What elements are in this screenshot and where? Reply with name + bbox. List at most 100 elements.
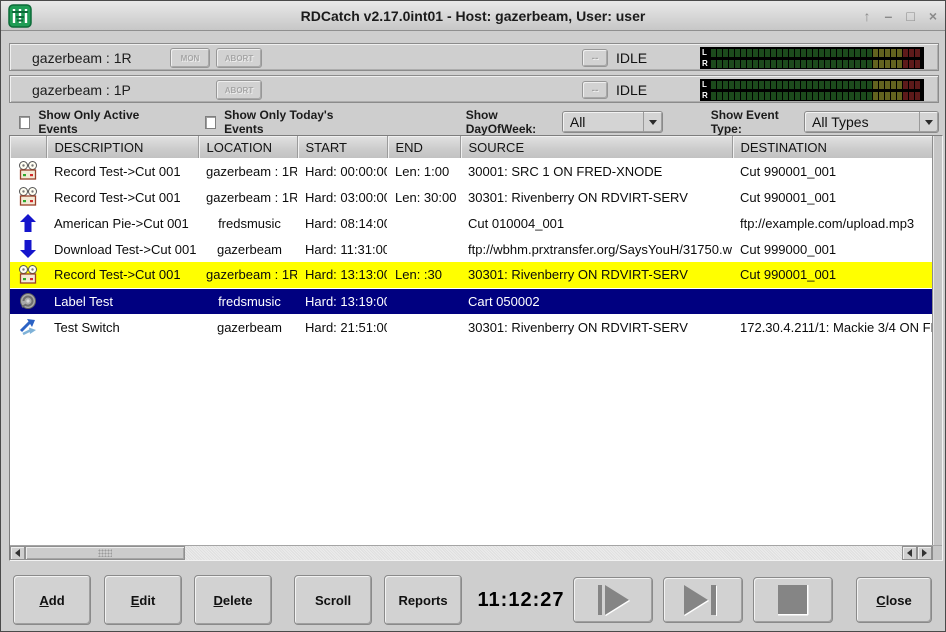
cell-destination: 172.30.4.211/1: Mackie 3/4 ON FRE	[732, 314, 932, 340]
meter-segment	[789, 60, 794, 68]
column-destination: DESTINATION	[732, 136, 932, 158]
day-of-week-value: All	[563, 114, 643, 130]
cell-start: Hard: 11:31:00	[297, 236, 387, 262]
meter-segment	[885, 49, 890, 57]
scroll-button[interactable]: Scroll	[294, 575, 372, 625]
meter-segment	[741, 49, 746, 57]
meter-segment	[777, 92, 782, 100]
download-icon	[18, 239, 38, 259]
scrollbar-thumb[interactable]	[25, 546, 185, 560]
edit-button[interactable]: Edit	[104, 575, 182, 625]
audio-level-meter: LR	[700, 79, 924, 101]
meter-segment	[855, 81, 860, 89]
abort-button[interactable]: ABORT	[216, 48, 262, 68]
meter-segment	[909, 60, 914, 68]
table-row[interactable]: Test SwitchgazerbeamHard: 21:51:0030301:…	[10, 314, 932, 340]
meter-segment	[903, 81, 908, 89]
meter-channel-label: R	[702, 59, 711, 68]
column-location: LOCATION	[198, 136, 297, 158]
meter-channel-row: R	[702, 59, 922, 68]
scroll-right-button[interactable]	[917, 546, 932, 560]
meter-segment	[729, 49, 734, 57]
table-row[interactable]: Record Test->Cut 001gazerbeam : 1RHard: …	[10, 262, 932, 288]
meter-segment	[711, 49, 716, 57]
meter-segment	[861, 60, 866, 68]
cell-end	[387, 314, 460, 340]
vertical-scrollbar[interactable]	[932, 136, 942, 545]
meter-segment	[723, 92, 728, 100]
upload-icon	[18, 213, 38, 233]
meter-segment	[717, 92, 722, 100]
meter-segment	[771, 92, 776, 100]
close-button[interactable]: Close	[856, 577, 932, 623]
meter-segment	[819, 49, 824, 57]
meter-segment	[867, 81, 872, 89]
deck-name: gazerbeam : 1P	[32, 82, 131, 98]
dropdown-button[interactable]	[919, 112, 938, 132]
scroll-left-button-2[interactable]	[902, 546, 917, 560]
delete-button[interactable]: Delete	[194, 575, 272, 625]
meter-segment	[771, 60, 776, 68]
column-source: SOURCE	[460, 136, 732, 158]
meter-segment	[891, 60, 896, 68]
cell-destination: Cut 999000_001	[732, 236, 932, 262]
meter-segment	[849, 49, 854, 57]
cell-icon	[10, 184, 46, 210]
meter-segment	[813, 60, 818, 68]
meter-segment	[765, 60, 770, 68]
meter-segment	[777, 49, 782, 57]
wall-clock: 11:12:27	[469, 589, 573, 612]
cell-description: Test Switch	[46, 314, 198, 340]
cell-destination: Cut 990001_001	[732, 158, 932, 184]
meter-segment	[747, 60, 752, 68]
dropdown-button[interactable]	[643, 112, 662, 132]
meter-segment	[783, 81, 788, 89]
reports-button[interactable]: Reports	[384, 575, 462, 625]
meter-segment	[813, 92, 818, 100]
table-row[interactable]: American Pie->Cut 001fredsmusicHard: 08:…	[10, 210, 932, 236]
maximize-icon[interactable]: □	[906, 8, 914, 24]
play-button[interactable]	[573, 577, 653, 623]
cell-source: 30301: Rivenberry ON RDVIRT-SERV	[460, 314, 732, 340]
chevron-down-icon	[925, 120, 933, 125]
table-row[interactable]: Record Test->Cut 001gazerbeam : 1RHard: …	[10, 184, 932, 210]
meter-segment	[873, 92, 878, 100]
meter-segment	[897, 60, 902, 68]
add-button[interactable]: Add	[13, 575, 91, 625]
shade-icon[interactable]: ↑	[864, 8, 871, 24]
play-next-button[interactable]	[663, 577, 743, 623]
meter-segment	[795, 60, 800, 68]
cell-description: Record Test->Cut 001	[46, 158, 198, 184]
cell-destination: Cut 990001_001	[732, 184, 932, 210]
day-of-week-select[interactable]: All	[562, 111, 663, 133]
connector-button[interactable]: --	[582, 49, 608, 67]
table-row[interactable]: Download Test->Cut 001gazerbeamHard: 11:…	[10, 236, 932, 262]
table-row[interactable]: Label TestfredsmusicHard: 13:19:00Cart 0…	[10, 288, 932, 314]
connector-button[interactable]: --	[582, 81, 608, 99]
meter-segment	[879, 92, 884, 100]
meter-segment	[759, 60, 764, 68]
meter-segment	[891, 81, 896, 89]
minimize-icon[interactable]: –	[885, 8, 893, 24]
cell-location: gazerbeam : 1R	[198, 184, 297, 210]
cell-destination: ftp://example.com/upload.mp3	[732, 210, 932, 236]
table-row[interactable]: Record Test->Cut 001gazerbeam : 1RHard: …	[10, 158, 932, 184]
scrollbar-track[interactable]	[185, 546, 902, 560]
meter-segment	[735, 49, 740, 57]
show-active-events-checkbox[interactable]	[19, 116, 30, 129]
meter-segment	[747, 81, 752, 89]
grip-icon	[98, 549, 112, 557]
horizontal-scrollbar	[10, 545, 942, 560]
switch-icon	[18, 317, 38, 337]
show-todays-events-checkbox[interactable]	[205, 116, 216, 129]
arrow-left-icon	[15, 549, 20, 557]
close-icon[interactable]: ×	[929, 8, 937, 24]
scroll-left-button[interactable]	[10, 546, 25, 560]
monitor-button[interactable]: MON	[170, 48, 210, 68]
event-type-select[interactable]: All Types	[804, 111, 939, 133]
cell-icon	[10, 236, 46, 262]
abort-button[interactable]: ABORT	[216, 80, 262, 100]
column-end: END	[387, 136, 460, 158]
stop-button[interactable]	[753, 577, 833, 623]
meter-segment	[747, 49, 752, 57]
